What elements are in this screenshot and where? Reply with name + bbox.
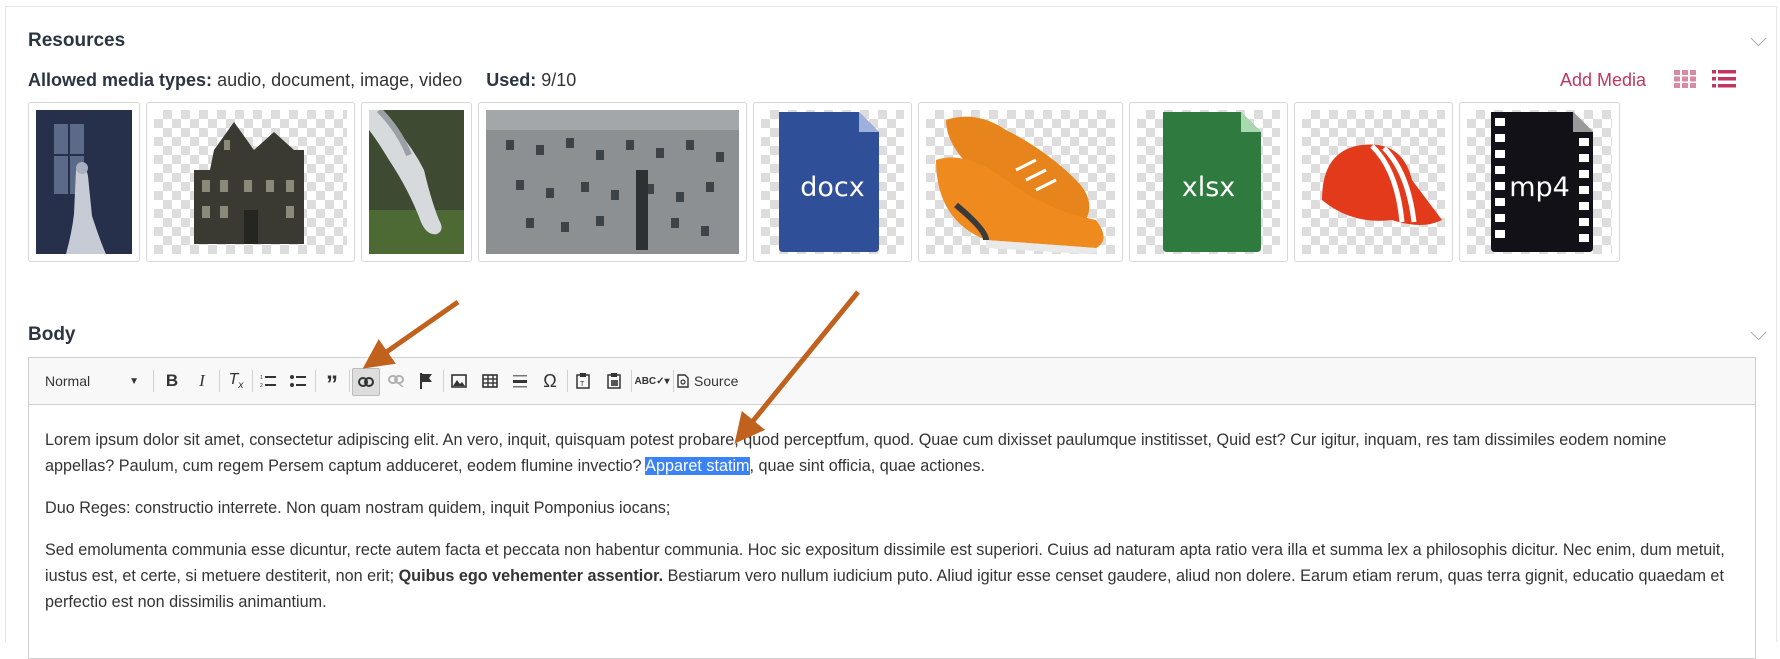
svg-text:T: T: [580, 381, 585, 388]
paragraph-2: Duo Reges: constructio interrete. Non qu…: [45, 499, 671, 517]
source-button[interactable]: Source: [677, 368, 747, 394]
editor-toolbar: Normal ▼ B I Tx 12 ” Ω T ABC✓▾ Source: [29, 358, 1755, 405]
bold-icon: B: [165, 371, 179, 390]
bold-phrase: Quibus ego vehementer assentior.: [398, 567, 664, 585]
special-char-button[interactable]: Ω: [537, 368, 563, 394]
mp4-label: mp4: [1509, 172, 1570, 203]
anchor-flag-icon: [420, 373, 432, 389]
spellcheck-icon: ABC✓▾: [634, 375, 670, 387]
body-collapse-chevron-icon[interactable]: [1750, 324, 1767, 341]
horizontal-line-icon: [513, 375, 527, 388]
body-heading: Body: [28, 324, 76, 345]
paste-text-icon: T: [576, 373, 590, 389]
table-button[interactable]: [477, 368, 503, 394]
bulleted-list-icon: [290, 375, 306, 387]
thumb-haunted-house-image[interactable]: [146, 102, 355, 262]
omega-icon: Ω: [543, 370, 557, 391]
resources-heading: Resources: [28, 30, 126, 51]
image-button[interactable]: [446, 368, 472, 394]
paste-word-button[interactable]: [601, 368, 627, 394]
thumb-sneakers-image[interactable]: [918, 102, 1123, 262]
add-media-link[interactable]: Add Media: [1560, 70, 1646, 91]
format-dropdown-arrow-icon: ▼: [129, 375, 139, 387]
rich-text-editor: Normal ▼ B I Tx 12 ” Ω T ABC✓▾ Source Lo…: [28, 357, 1756, 659]
thumb-bride-window-image[interactable]: [28, 102, 140, 262]
xlsx-label: xlsx: [1181, 172, 1236, 203]
blockquote-icon: ”: [326, 371, 338, 398]
resources-panel: Resources Allowed media types: audio, do…: [5, 6, 1777, 298]
body-panel: Body Normal ▼ B I Tx 12 ” Ω T ABC✓▾ Sour…: [5, 297, 1777, 659]
red-cap-picture: [1322, 144, 1442, 225]
media-meta: Allowed media types: audio, document, im…: [28, 70, 576, 91]
grid-view-icon[interactable]: [1674, 70, 1696, 88]
horizontal-line-button[interactable]: [507, 368, 533, 394]
numbered-list-icon: 12: [260, 375, 276, 388]
bulleted-list-button[interactable]: [285, 368, 311, 394]
horse-picture: [369, 110, 464, 254]
thumb-building-facade-image[interactable]: [478, 102, 747, 262]
format-select-value: Normal: [45, 373, 91, 389]
link-icon: [358, 377, 374, 387]
numbered-list-button[interactable]: 12: [255, 368, 281, 394]
list-view-icon[interactable]: [1712, 70, 1736, 88]
used-value: 9/10: [541, 70, 577, 90]
haunted-house-picture: [194, 122, 304, 244]
building-facade-picture: [486, 110, 739, 254]
unlink-button[interactable]: [383, 368, 409, 394]
thumb-red-cap-image[interactable]: [1294, 102, 1453, 262]
bold-button[interactable]: B: [159, 368, 185, 394]
thumb-xlsx-file[interactable]: xlsx: [1129, 102, 1288, 262]
selected-text: Apparet statim: [645, 457, 750, 475]
allowed-label: Allowed media types:: [28, 70, 213, 90]
unlink-icon: [388, 375, 404, 387]
remove-format-button[interactable]: Tx: [223, 368, 249, 394]
paragraph-1-end: , quae sint officia, quae actiones.: [749, 457, 986, 475]
docx-label: docx: [800, 172, 865, 203]
link-button[interactable]: [352, 368, 380, 396]
blockquote-button[interactable]: ”: [319, 368, 345, 398]
sneakers-picture: [936, 116, 1104, 254]
spellcheck-button[interactable]: ABC✓▾: [634, 368, 670, 394]
paragraph-3: Sed emolumenta communia esse dicuntur, r…: [45, 537, 1739, 615]
thumb-docx-file[interactable]: docx: [753, 102, 912, 262]
italic-icon: I: [199, 371, 205, 390]
table-icon: [482, 374, 498, 388]
format-select[interactable]: Normal ▼: [37, 368, 147, 394]
source-icon: [677, 374, 689, 388]
image-icon: [451, 374, 467, 388]
bride-window-picture: [36, 110, 132, 254]
source-label: Source: [694, 373, 739, 389]
paragraph-1: Lorem ipsum dolor sit amet, consectetur …: [45, 427, 1739, 479]
thumb-mp4-file[interactable]: mp4: [1459, 102, 1620, 262]
resources-collapse-chevron-icon[interactable]: [1750, 30, 1767, 47]
used-label: Used:: [486, 70, 537, 90]
editor-content[interactable]: Lorem ipsum dolor sit amet, consectetur …: [29, 405, 1755, 653]
anchor-button[interactable]: [413, 368, 439, 394]
allowed-value: audio, document, image, video: [217, 70, 463, 90]
svg-text:2: 2: [260, 383, 263, 388]
remove-format-icon: Tx: [228, 370, 244, 392]
paste-word-icon: [607, 373, 621, 389]
thumb-horse-image[interactable]: [361, 102, 472, 262]
italic-button[interactable]: I: [189, 368, 215, 394]
svg-text:1: 1: [260, 375, 263, 381]
paste-text-button[interactable]: T: [570, 368, 596, 394]
